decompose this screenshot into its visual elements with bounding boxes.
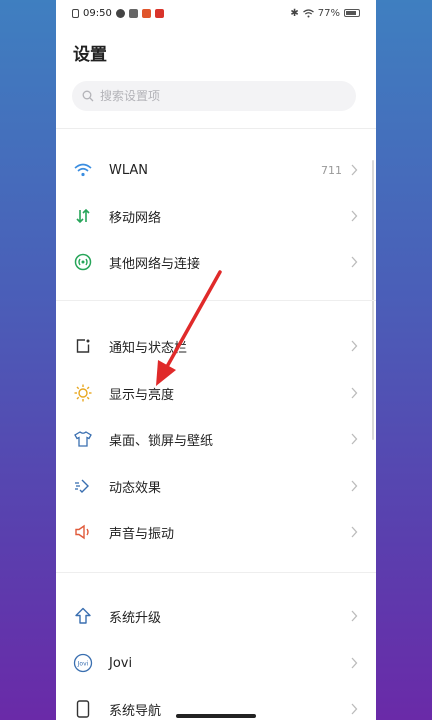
battery-percent: 77% (317, 7, 340, 19)
speaker-icon (73, 522, 93, 542)
settings-item-label: 桌面、锁屏与壁纸 (109, 433, 214, 449)
chevron-right-icon (351, 526, 358, 538)
settings-item-desktop-lockscreen-wallpaper[interactable]: 桌面、锁屏与壁纸 (56, 416, 376, 462)
notification-icon (73, 336, 93, 356)
sim-icon (72, 8, 79, 18)
sun-icon (73, 383, 93, 403)
battery-icon (344, 9, 360, 17)
settings-item-label: 通知与状态栏 (109, 340, 188, 356)
chevron-right-icon (351, 340, 358, 352)
status-time: 09:50 (83, 7, 112, 19)
settings-item-label: Jovi (109, 655, 133, 671)
wifi-icon (73, 160, 93, 180)
settings-item-label: 其他网络与连接 (109, 256, 201, 272)
status-left: 09:50 (72, 8, 164, 19)
settings-item-label: 声音与振动 (109, 526, 175, 542)
chevron-right-icon (351, 703, 358, 715)
chevron-right-icon (351, 657, 358, 669)
upgrade-icon (73, 606, 93, 626)
chevron-right-icon (351, 256, 358, 268)
settings-item-value: 711 (321, 163, 342, 177)
status-right: ✱ 77% (290, 8, 360, 19)
shirt-icon (73, 429, 93, 449)
settings-screen: 09:50 ✱ 77% 设置 搜索设置项 WLAN 711 移动网络 其他网络与… (56, 0, 376, 720)
settings-item-display-brightness[interactable]: 显示与亮度 (56, 370, 376, 416)
chevron-right-icon (351, 210, 358, 222)
search-bar[interactable] (72, 81, 356, 111)
jovi-icon: Jovi (73, 653, 93, 673)
connection-icon (73, 252, 93, 272)
settings-item-label: WLAN (109, 162, 149, 178)
settings-item-wlan[interactable]: WLAN 711 (56, 147, 376, 193)
settings-item-label: 系统导航 (109, 703, 162, 719)
settings-item-notifications[interactable]: 通知与状态栏 (56, 323, 376, 369)
group-divider (56, 300, 376, 301)
bluetooth-icon: ✱ (290, 7, 299, 19)
chevron-right-icon (351, 164, 358, 176)
app-notification-icon (141, 8, 151, 18)
chevron-right-icon (351, 433, 358, 445)
settings-item-mobile-network[interactable]: 移动网络 (56, 193, 376, 239)
page-title: 设置 (73, 45, 107, 65)
chevron-right-icon (351, 480, 358, 492)
settings-item-system-upgrade[interactable]: 系统升级 (56, 593, 376, 639)
settings-item-jovi[interactable]: Jovi Jovi (56, 640, 376, 686)
phone-icon (73, 699, 93, 719)
wifi-status-icon (302, 8, 314, 17)
help-icon (115, 8, 125, 18)
header-divider (56, 128, 376, 129)
mobile-data-icon (73, 206, 93, 226)
settings-item-label: 系统升级 (109, 610, 162, 626)
settings-item-other-networks[interactable]: 其他网络与连接 (56, 239, 376, 285)
group-divider (56, 572, 376, 573)
settings-item-sound-vibration[interactable]: 声音与振动 (56, 509, 376, 555)
home-indicator[interactable] (176, 714, 256, 718)
settings-item-label: 动态效果 (109, 480, 162, 496)
search-input[interactable] (100, 89, 330, 103)
app-notification-icon (154, 8, 164, 18)
svg-text:Jovi: Jovi (77, 661, 89, 668)
effects-icon (73, 476, 93, 496)
settings-item-label: 显示与亮度 (109, 387, 175, 403)
status-bar: 09:50 ✱ 77% (56, 0, 376, 26)
settings-item-label: 移动网络 (109, 210, 162, 226)
app-notification-icon (128, 8, 138, 18)
settings-item-dynamic-effects[interactable]: 动态效果 (56, 463, 376, 509)
search-icon (82, 90, 94, 102)
chevron-right-icon (351, 610, 358, 622)
chevron-right-icon (351, 387, 358, 399)
